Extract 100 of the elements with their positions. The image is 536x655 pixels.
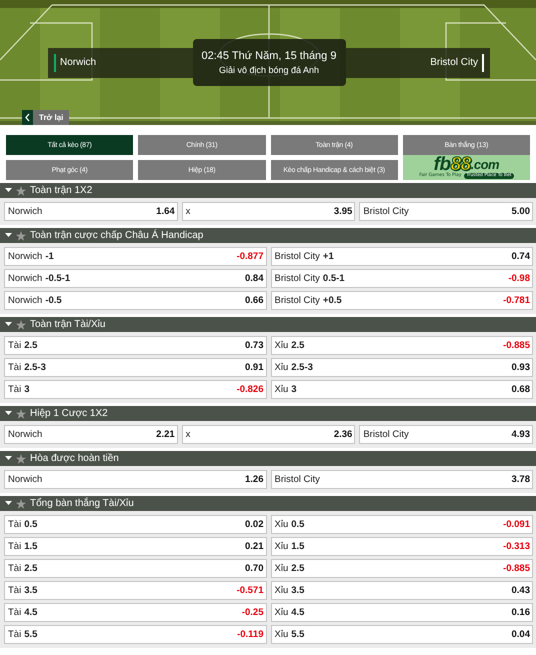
selection-name: Tài [8,629,22,640]
handicap-line: 2.5 [24,340,38,351]
odds-cell[interactable]: Norwich 1.26 [4,470,266,489]
section-header[interactable]: Toàn trận cược chấp Châu Á Handicap [0,228,536,243]
odds-cell[interactable]: Xỉu 5.5 0.04 [270,625,533,644]
section-header[interactable]: Tổng bàn thắng Tài/Xỉu [0,496,536,511]
odds-cell[interactable]: Bristol City 4.93 [359,425,533,444]
star-icon [16,320,26,330]
selection-name: Bristol City [274,474,320,485]
handicap-line: 2.5-3 [24,362,46,373]
odds-cell[interactable]: Norwich -1 -0.877 [4,247,266,266]
odds-cell[interactable]: Bristol City +1 0.74 [270,247,533,266]
odds-cell[interactable]: Tài 0.5 0.02 [4,515,266,534]
handicap-line: 2.5 [24,563,38,574]
handicap-line: +1 [322,251,334,262]
selection-name: Xỉu [274,519,288,530]
odds-cell[interactable]: Bristol City 0.5-1 -0.98 [270,269,533,288]
section-title: Toàn trận Tài/Xỉu [30,319,106,330]
selection-name: Tài [8,340,22,351]
handicap-line: 3 [24,384,30,395]
selection-name: Xỉu [274,607,288,618]
odds-value: 0.70 [245,563,264,574]
star-icon [16,230,26,240]
selection-name: Tài [8,607,22,618]
odds-cell[interactable]: Norwich 1.64 [4,202,178,221]
odds-cell[interactable]: Xỉu 2.5 -0.885 [270,336,533,355]
odds-cell[interactable]: Bristol City +0.5 -0.781 [270,291,533,310]
brand-logo: fb88.com [434,156,500,173]
odds-value: 0.43 [512,585,530,596]
odds-value: -0.25 [242,607,264,618]
odds-cell[interactable]: Bristol City 5.00 [359,202,533,221]
selection-name: Norwich [8,295,42,306]
selection-name: Tài [8,541,22,552]
caret-down-icon [5,501,12,506]
odds-cell[interactable]: Tài 2.5 0.73 [4,336,266,355]
odds-cell[interactable]: Norwich -0.5 0.66 [4,291,266,310]
handicap-line: 3 [291,384,297,395]
section-header[interactable]: Hiệp 1 Cược 1X2 [0,406,536,421]
odds-cell[interactable]: Xỉu 2.5-3 0.93 [270,358,533,377]
odds-cell[interactable]: Xỉu 3 0.68 [270,380,533,399]
odds-cell[interactable]: Xỉu 2.5 -0.885 [270,559,533,578]
odds-cell[interactable]: Xỉu 4.5 0.16 [270,603,533,622]
selection-name: Tài [8,585,22,596]
selection-name: Norwich [8,206,42,217]
section-header[interactable]: Hòa được hoàn tiền [0,451,536,466]
selection-name: Xỉu [274,563,288,574]
odds-cell[interactable]: Xỉu 3.5 0.43 [270,581,533,600]
odds-value: 0.21 [245,541,264,552]
odds-cell[interactable]: Tài 2.5 0.70 [4,559,266,578]
section-title: Hòa được hoàn tiền [30,453,119,464]
section-header[interactable]: Toàn trận 1X2 [0,183,536,198]
section-title: Hiệp 1 Cược 1X2 [30,408,108,419]
odds-value: -0.119 [237,629,264,640]
odds-value: 2.36 [334,429,352,440]
odds-cell[interactable]: Tài 4.5 -0.25 [4,603,266,622]
odds-value: 1.26 [245,474,264,485]
star-icon [16,498,26,508]
odds-cell[interactable]: Bristol City 3.78 [270,470,533,489]
odds-cell[interactable]: Norwich 2.21 [4,425,178,444]
selection-name: Tài [8,519,22,530]
handicap-line: 4.5 [291,607,304,618]
handicap-line: 5.5 [24,629,38,640]
odds-cell[interactable]: x 2.36 [182,425,356,444]
odds-value: 4.93 [512,429,530,440]
odds-value: 2.21 [156,429,175,440]
odds-value: -0.98 [508,273,530,284]
caret-down-icon [5,456,12,461]
handicap-line: 1.5 [291,541,304,552]
selection-name: Xỉu [274,541,288,552]
odds-cell[interactable]: x 3.95 [182,202,356,221]
odds-cell[interactable]: Tài 5.5 -0.119 [4,625,266,644]
caret-down-icon [5,188,12,193]
handicap-line: 3.5 [291,585,304,596]
selection-name: Xỉu [274,340,288,351]
odds-value: 3.78 [512,474,530,485]
star-icon [16,454,26,464]
odds-cell[interactable]: Xỉu 0.5 -0.091 [270,515,533,534]
odds-cell[interactable]: Tài 3 -0.826 [4,380,266,399]
odds-cell[interactable]: Tài 1.5 0.21 [4,537,266,556]
odds-cell[interactable]: Tài 3.5 -0.571 [4,581,266,600]
star-icon [16,186,26,196]
handicap-line: 4.5 [24,607,38,618]
league-name: Giải vô địch bóng đá Anh [218,65,320,75]
section-title: Tổng bàn thắng Tài/Xỉu [30,498,134,509]
odds-value: 0.66 [245,295,264,306]
odds-cell[interactable]: Tài 2.5-3 0.91 [4,358,266,377]
selection-name: Norwich [8,429,42,440]
handicap-line: 2.5 [291,563,304,574]
section-header[interactable]: Toàn trận Tài/Xỉu [0,317,536,332]
handicap-line: +0.5 [322,295,342,306]
odds-value: -0.826 [236,384,264,395]
selection-name: Bristol City [274,251,320,262]
odds-cell[interactable]: Xỉu 1.5 -0.313 [270,537,533,556]
selection-name: Norwich [8,273,42,284]
handicap-line: 1.5 [24,541,38,552]
odds-value: 3.95 [334,206,352,217]
odds-cell[interactable]: Norwich -0.5-1 0.84 [4,269,266,288]
selection-name: Tài [8,362,22,373]
match-time: 02:45 Thứ Năm, 15 tháng 9 [202,50,336,62]
odds-value: 5.00 [512,206,530,217]
